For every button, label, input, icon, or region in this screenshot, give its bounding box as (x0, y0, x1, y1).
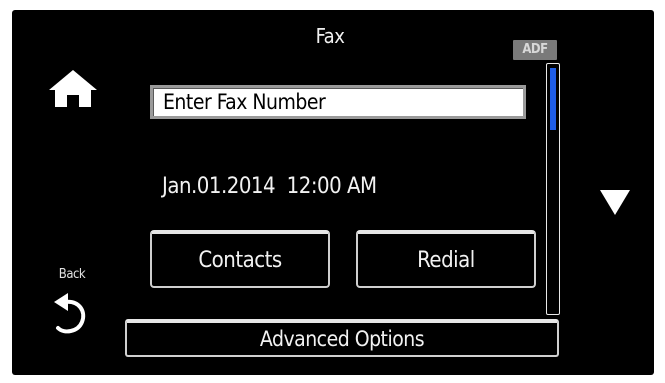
scrollbar-thumb[interactable] (550, 68, 556, 130)
fax-number-field[interactable]: Enter Fax Number (150, 85, 526, 119)
page-title: Fax (315, 24, 345, 48)
back-arrow-icon (54, 293, 86, 334)
home-icon (49, 70, 97, 107)
back-button[interactable] (50, 288, 94, 340)
redial-button[interactable]: Redial (356, 230, 536, 288)
contacts-button[interactable]: Contacts (150, 230, 330, 288)
adf-badge: ADF (513, 40, 557, 60)
back-label: Back (58, 267, 86, 282)
scroll-down-button[interactable] (598, 187, 632, 217)
advanced-options-button[interactable]: Advanced Options (125, 319, 559, 357)
down-triangle-icon (600, 190, 630, 215)
home-button[interactable] (46, 66, 100, 110)
date-time-display: Jan.01.2014 12:00 AM (162, 174, 377, 199)
